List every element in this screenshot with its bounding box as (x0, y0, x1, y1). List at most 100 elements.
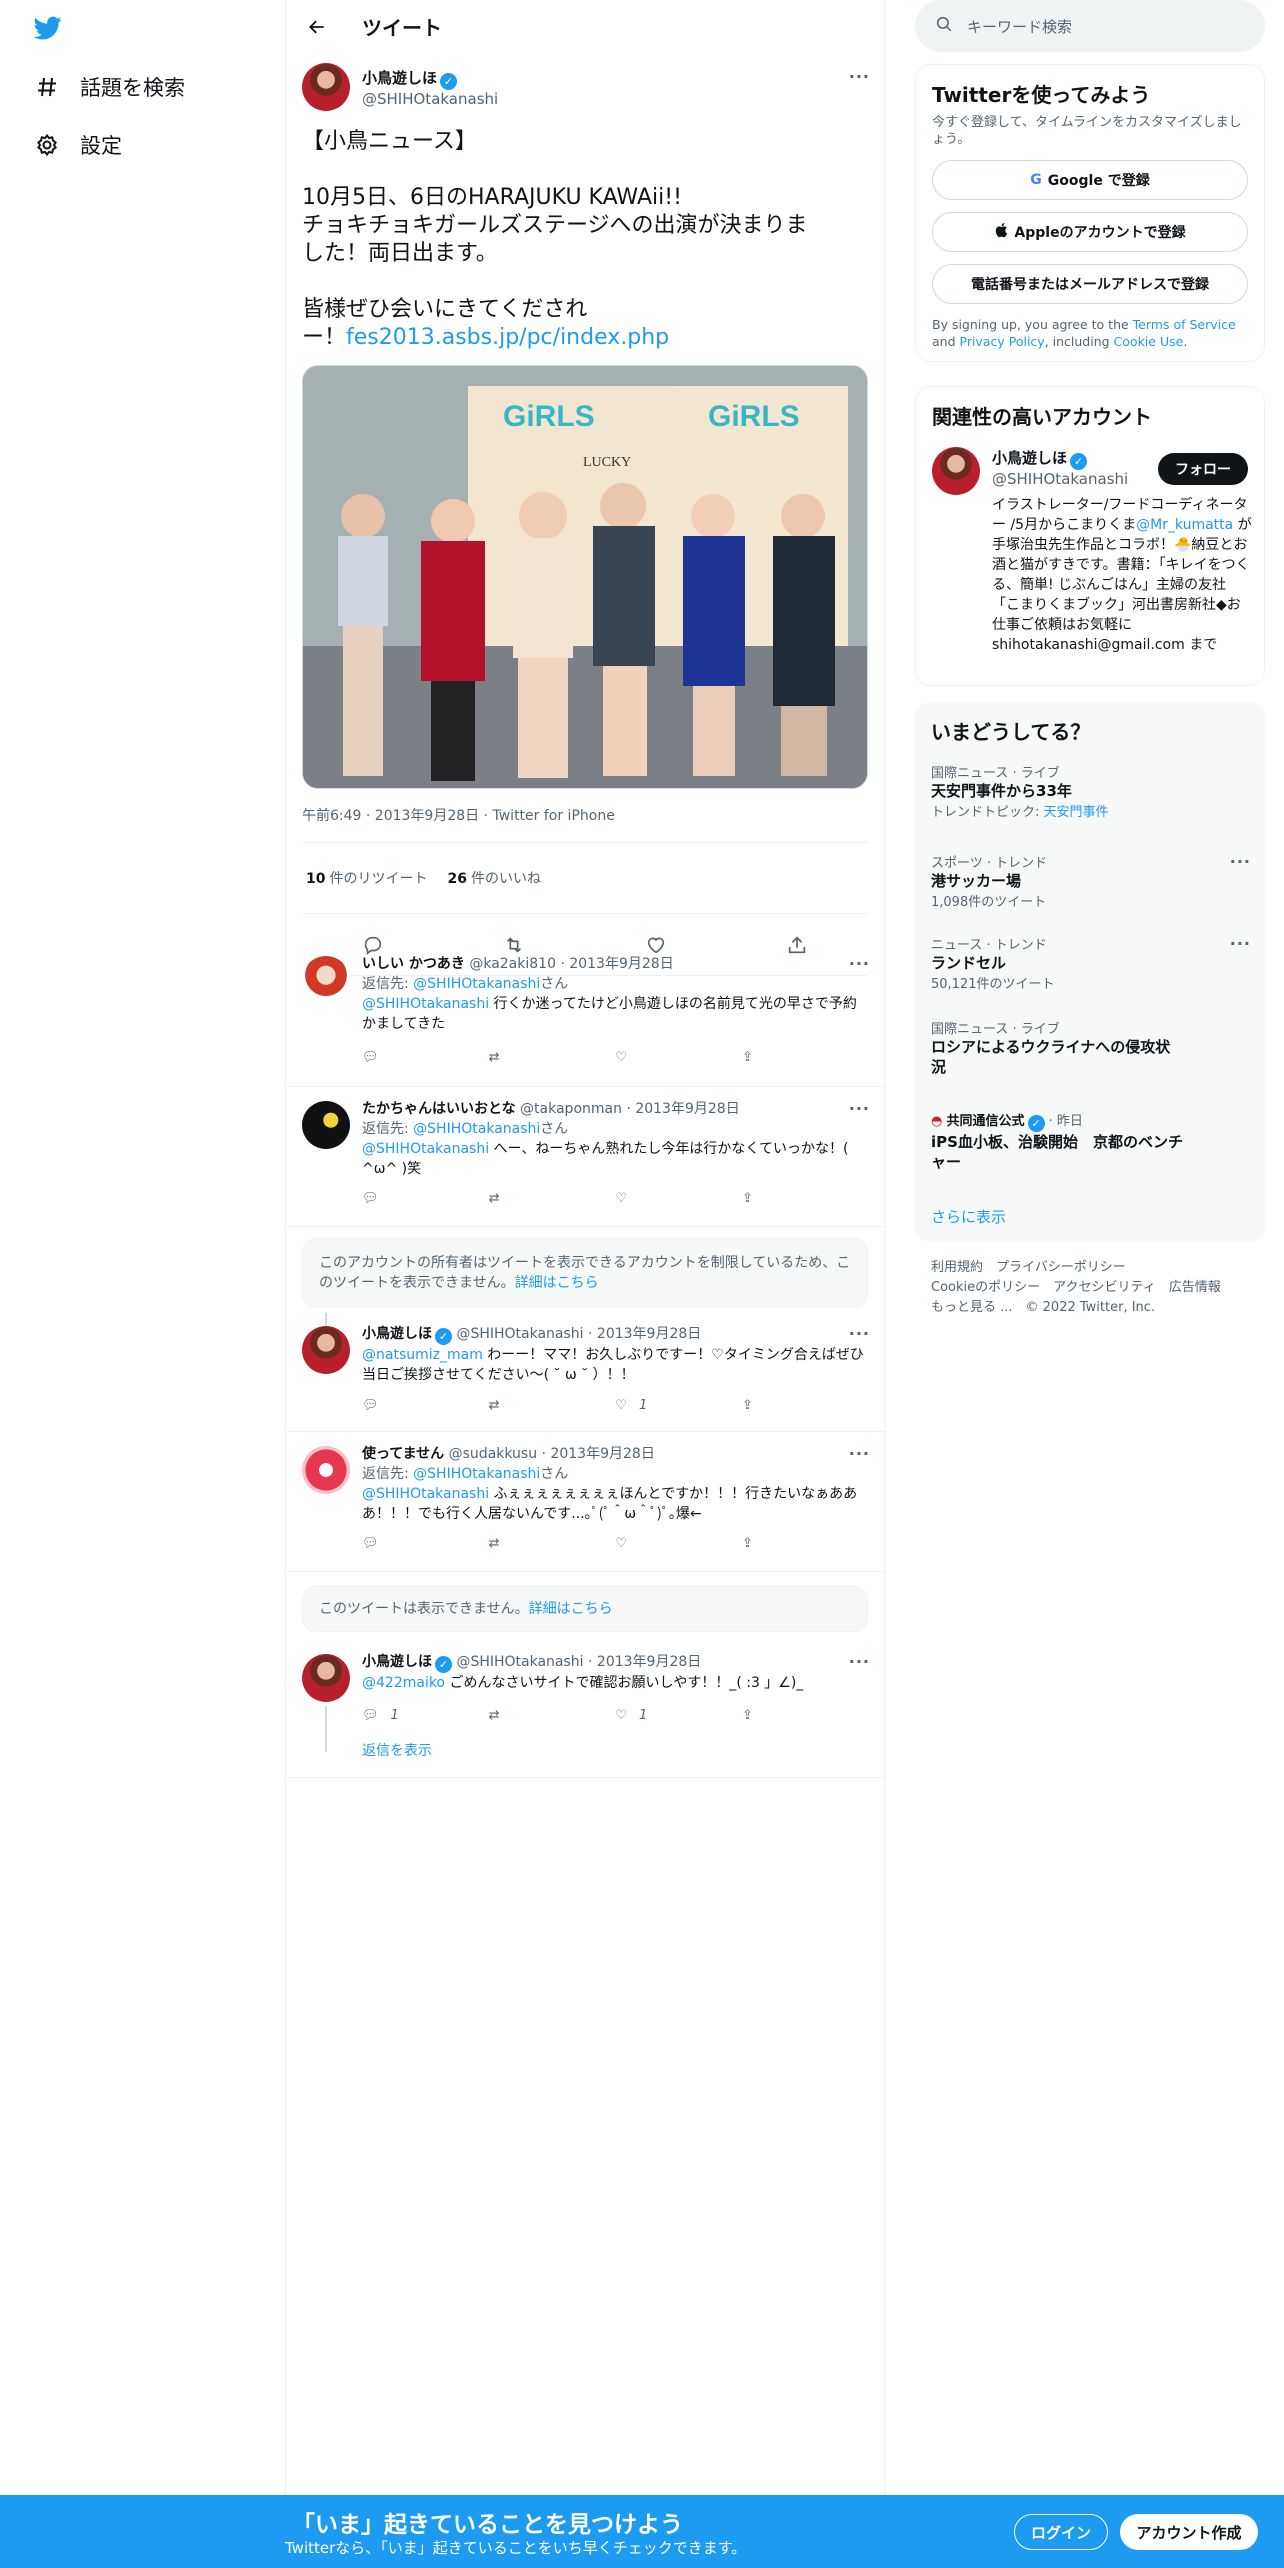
reply-icon[interactable]: 💬︎ 1 (362, 1708, 402, 1723)
notice-link[interactable]: 詳細はこちら (515, 1275, 599, 1291)
reply-author-handle[interactable]: @ka2aki810 (469, 956, 556, 972)
retweet-stat[interactable]: 10 件のリツイート (306, 868, 427, 888)
like-icon[interactable]: ♡ 1 (615, 1398, 655, 1413)
like-icon[interactable]: ♡ (615, 1191, 655, 1206)
tweet-photo[interactable]: GiRLS GiRLS LUCKY (302, 365, 868, 789)
search-input[interactable]: キーワード検索 (915, 0, 1265, 52)
share-icon[interactable]: ⇪ (742, 1536, 782, 1551)
replying-to-link[interactable]: @SHIHOtakanashi (413, 976, 540, 992)
avatar[interactable] (932, 447, 980, 495)
more-options-icon[interactable]: ··· (1230, 852, 1251, 871)
cookie-link[interactable]: Cookie Use (1114, 334, 1184, 349)
reply-date[interactable]: · 2013年9月28日 (588, 1654, 701, 1670)
reply-icon[interactable]: 💬︎ (362, 1398, 402, 1413)
trend-item[interactable]: 国際ニュース · ライブ ロシアによるウクライナへの侵攻状況 (931, 1018, 1171, 1077)
mention-link[interactable]: @422maiko (362, 1675, 445, 1691)
privacy-link[interactable]: Privacy Policy (960, 334, 1045, 349)
tweet-meta[interactable]: 午前6:49 · 2013年9月28日 · Twitter for iPhone (302, 805, 615, 825)
reply-icon[interactable]: 💬︎ (362, 1191, 402, 1206)
signup-button[interactable]: アカウント作成 (1120, 2514, 1258, 2550)
avatar[interactable] (302, 1101, 350, 1149)
reply-tweet[interactable]: 小鳥遊しほ ✓ @SHIHOtakanashi · 2013年9月28日 @nat… (286, 1312, 886, 1432)
more-options-icon[interactable]: ··· (849, 954, 870, 973)
retweet-icon[interactable]: ⇄ (489, 1191, 529, 1206)
related-account[interactable]: 小鳥遊しほ ✓ @SHIHOtakanashi (992, 447, 1128, 488)
reply-icon[interactable]: 💬︎ (362, 1050, 402, 1065)
reply-date[interactable]: · 2013年9月28日 (626, 1101, 739, 1117)
reply-tweet[interactable]: 使ってません @sudakkusu · 2013年9月28日 返信先: @SHI… (286, 1432, 886, 1572)
mention-link[interactable]: @natsumiz_mam (362, 1347, 483, 1363)
more-options-icon[interactable]: ··· (849, 1652, 870, 1671)
avatar[interactable] (302, 63, 350, 111)
reply-author-handle[interactable]: @SHIHOtakanashi (456, 1326, 583, 1342)
reply-author-name[interactable]: 小鳥遊しほ (362, 1654, 432, 1670)
tweet-link[interactable]: fes2013.asbs.jp/pc/index.php (346, 325, 669, 350)
reply-date[interactable]: · 2013年9月28日 (560, 956, 673, 972)
more-options-icon[interactable]: ··· (849, 1099, 870, 1118)
reply-author-handle[interactable]: @takaponman (520, 1101, 622, 1117)
more-options-icon[interactable]: ··· (1230, 934, 1251, 953)
like-icon[interactable]: ♡ (615, 1536, 655, 1551)
like-icon[interactable]: ♡ 1 (615, 1708, 655, 1723)
share-icon[interactable]: ⇪ (742, 1708, 782, 1723)
reply-tweet[interactable]: いしい かつあき @ka2aki810 · 2013年9月28日 返信先: @S… (286, 942, 886, 1087)
reply-author-name[interactable]: たかちゃんはいいおとな (362, 1101, 516, 1117)
share-icon[interactable]: ⇪ (742, 1050, 782, 1065)
author-handle[interactable]: @SHIHOtakanashi (362, 90, 498, 108)
avatar[interactable] (302, 1654, 350, 1702)
reply-tweet[interactable]: たかちゃんはいいおとな @takaponman · 2013年9月28日 返信先… (286, 1087, 886, 1227)
author-name[interactable]: 小鳥遊しほ (362, 69, 437, 87)
share-icon[interactable]: ⇪ (742, 1398, 782, 1413)
nav-explore[interactable]: 話題を検索 (34, 67, 185, 107)
phone-email-signup-button[interactable]: 電話番号またはメールアドレスで登録 (932, 264, 1248, 304)
twitter-logo-icon[interactable] (32, 14, 66, 42)
notice-link[interactable]: 詳細はこちら (529, 1601, 613, 1617)
show-more-link[interactable]: さらに表示 (931, 1206, 1006, 1227)
more-options-icon[interactable]: ··· (849, 67, 870, 86)
mention-link[interactable]: @SHIHOtakanashi (362, 1486, 489, 1502)
share-icon[interactable]: ⇪ (742, 1191, 782, 1206)
like-icon[interactable]: ♡ (615, 1050, 655, 1065)
footer-line[interactable]: Cookieのポリシー アクセシビリティ 広告情報 (931, 1278, 1221, 1298)
footer-line[interactable]: もっと見る ... © 2022 Twitter, Inc. (931, 1298, 1221, 1318)
reply-date[interactable]: · 2013年9月28日 (588, 1326, 701, 1342)
bio-mention-link[interactable]: @Mr_kumatta (1136, 517, 1233, 533)
retweet-icon[interactable]: ⇄ (489, 1050, 529, 1065)
avatar[interactable] (302, 956, 350, 1004)
reply-tweet[interactable]: 小鳥遊しほ ✓ @SHIHOtakanashi · 2013年9月28日 @422… (286, 1640, 886, 1778)
apple-signup-button[interactable]: Appleのアカウントで登録 (932, 212, 1248, 252)
mention-link[interactable]: @SHIHOtakanashi (362, 996, 489, 1012)
more-options-icon[interactable]: ··· (849, 1444, 870, 1463)
reply-author-name[interactable]: 使ってません (362, 1446, 444, 1462)
replying-to-link[interactable]: @SHIHOtakanashi (413, 1466, 540, 1482)
login-button[interactable]: ログイン (1014, 2514, 1108, 2550)
retweet-icon[interactable]: ⇄ (489, 1398, 529, 1413)
google-signup-button[interactable]: G Google で登録 (932, 160, 1248, 200)
show-replies-link[interactable]: 返信を表示 (362, 1740, 432, 1760)
like-stat[interactable]: 26 件のいいね (447, 868, 540, 888)
mention-link[interactable]: @SHIHOtakanashi (362, 1141, 489, 1157)
reply-author-name[interactable]: 小鳥遊しほ (362, 1326, 432, 1342)
trend-item[interactable]: 国際ニュース · ライブ 天安門事件から33年 トレンドトピック: 天安門事件 (931, 762, 1251, 820)
replying-to-link[interactable]: @SHIHOtakanashi (413, 1121, 540, 1137)
retweet-icon[interactable]: ⇄ (489, 1536, 529, 1551)
avatar[interactable] (302, 1446, 350, 1494)
reply-author-name[interactable]: いしい かつあき (362, 956, 465, 972)
avatar[interactable] (302, 1326, 350, 1374)
more-options-icon[interactable]: ··· (849, 1324, 870, 1343)
bio-text: が手塚治虫先生作品とコラボ！🐣納豆とお酒と猫がすきです。書籍：「キレイをつくる、… (992, 517, 1252, 653)
reply-author-handle[interactable]: @sudakkusu (449, 1446, 537, 1462)
trend-item[interactable]: ◓ 共同通信公式 ✓ · 昨日 iPS血小板、治験開始 京都のベンチャー (931, 1110, 1191, 1172)
trend-topic-link[interactable]: 天安門事件 (1044, 805, 1109, 820)
back-arrow-icon[interactable] (302, 12, 332, 42)
trend-item[interactable]: スポーツ · トレンド 港サッカー場 1,098件のツイート ··· (931, 852, 1251, 910)
footer-line[interactable]: 利用規約 プライバシーポリシー (931, 1258, 1221, 1278)
trend-item[interactable]: ニュース · トレンド ランドセル 50,121件のツイート ··· (931, 934, 1251, 992)
terms-link[interactable]: Terms of Service (1133, 317, 1236, 332)
retweet-icon[interactable]: ⇄ (489, 1708, 529, 1723)
reply-date[interactable]: · 2013年9月28日 (542, 1446, 655, 1462)
follow-button[interactable]: フォロー (1158, 453, 1248, 485)
reply-author-handle[interactable]: @SHIHOtakanashi (456, 1654, 583, 1670)
reply-icon[interactable]: 💬︎ (362, 1536, 402, 1551)
nav-settings[interactable]: 設定 (34, 125, 122, 165)
